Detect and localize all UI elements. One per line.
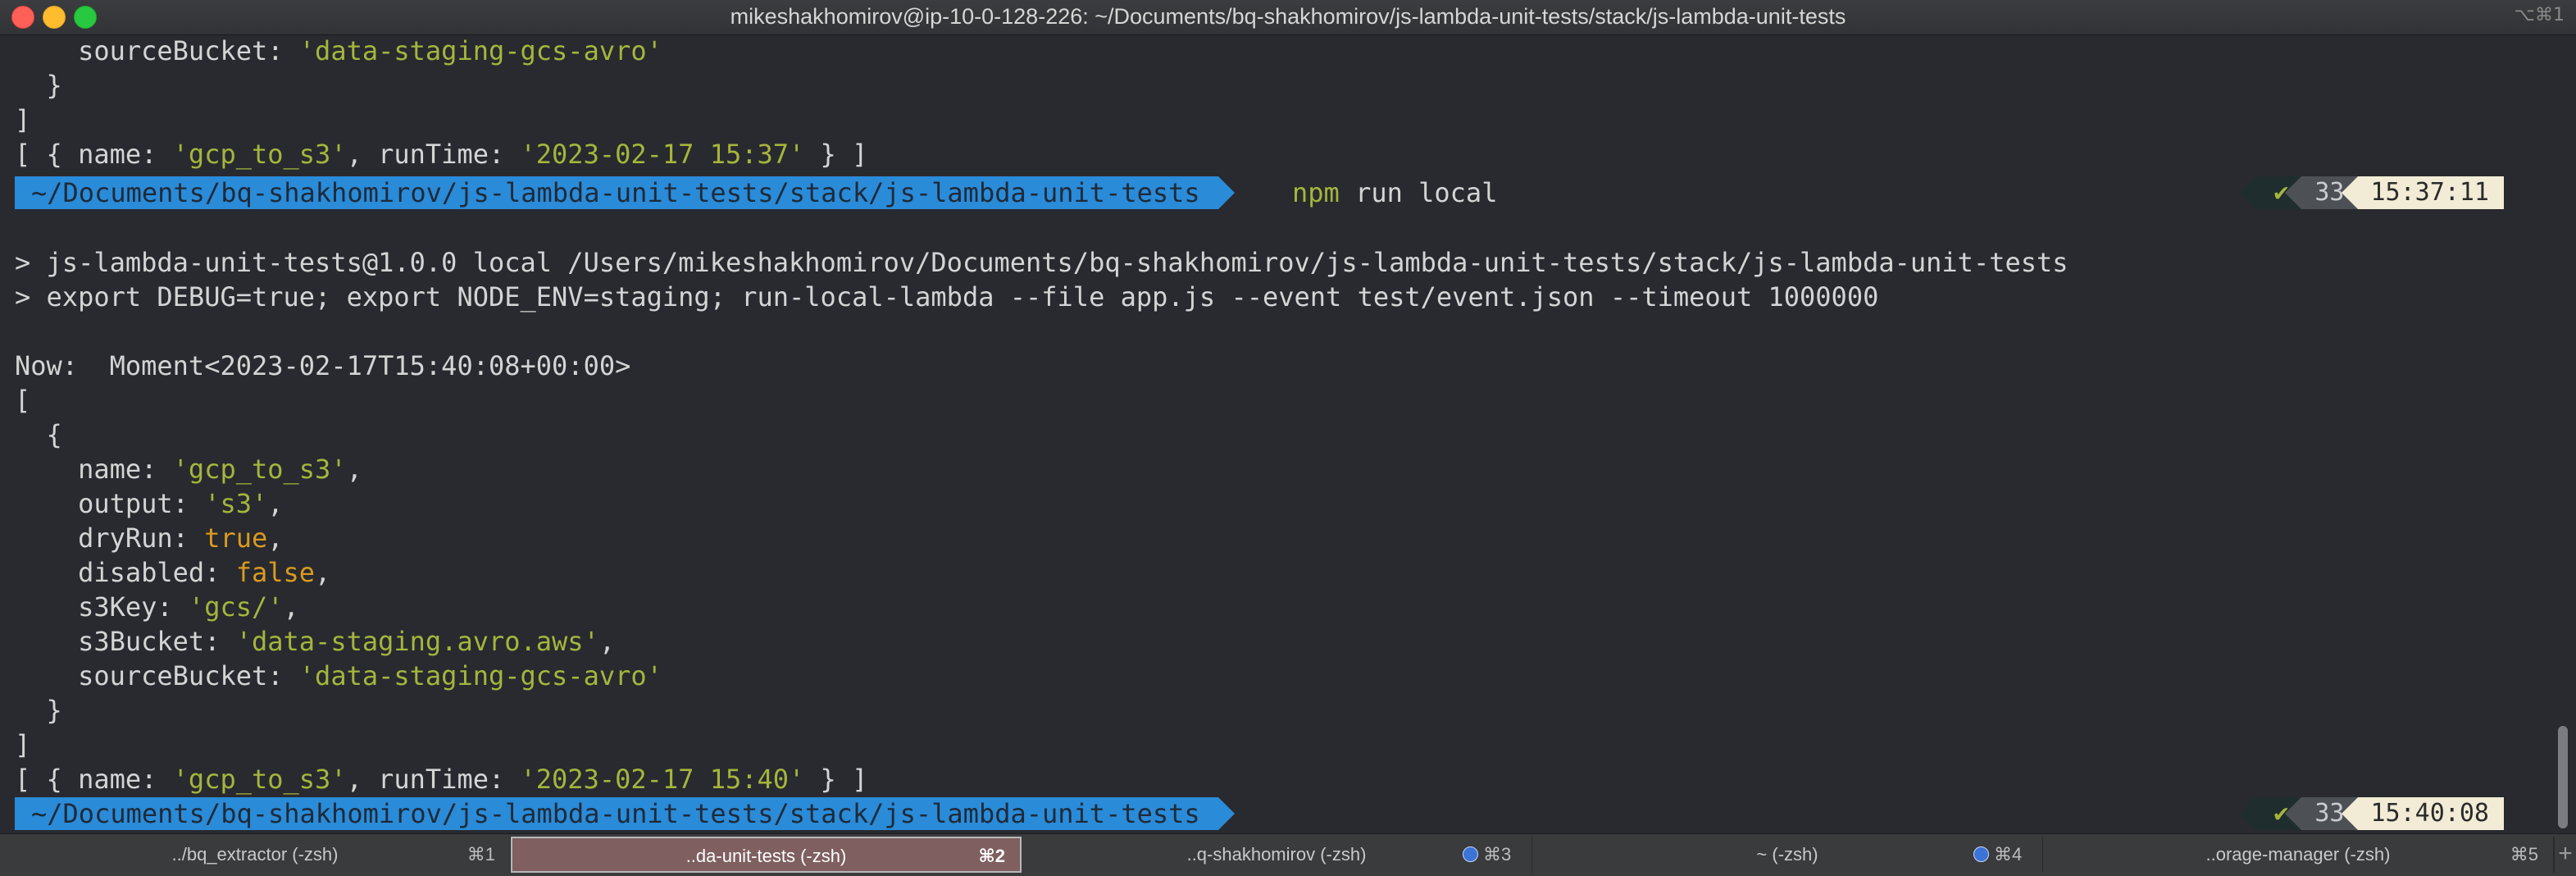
- field-s3bucket-line: s3Bucket: 'data-staging.avro.aws',: [78, 626, 616, 657]
- npm-command-line: > export DEBUG=true; export NODE_ENV=sta…: [15, 281, 1879, 313]
- npm-script-line: > js-lambda-unit-tests@1.0.0 local /User…: [15, 247, 2069, 278]
- terminal-window: mikeshakhomirov@ip-10-0-128-226: ~/Docum…: [0, 0, 2576, 876]
- tab-label: ..da-unit-tests (-zsh): [685, 846, 847, 866]
- command-args: run local: [1339, 177, 1498, 208]
- field-value: 'data-staging-gcs-avro': [298, 660, 662, 691]
- comma: ,: [315, 557, 331, 588]
- object-close-line: }: [15, 693, 62, 728]
- object-open-line: {: [15, 417, 62, 452]
- field-value: 'data-staging.avro.aws': [235, 626, 599, 657]
- tab-shortcut-group: ⌘3: [1463, 844, 1511, 865]
- result-mid: , runTime:: [346, 139, 521, 170]
- field-sourcebucket-line: sourceBucket: 'data-staging-gcs-avro': [78, 660, 662, 691]
- tab-shortcut: ⌘4: [1994, 844, 2023, 865]
- comma: ,: [598, 626, 616, 657]
- field-output-line: output: 's3',: [78, 488, 284, 519]
- field-key: name: [78, 454, 142, 485]
- field-key: sourceBucket: [78, 660, 268, 691]
- prev-array-close-line: ]: [15, 103, 30, 137]
- result-name: 'gcp_to_s3': [172, 764, 347, 795]
- result-close: } ]: [804, 764, 868, 795]
- command-npm: npm: [1292, 177, 1340, 208]
- bracket: ]: [15, 104, 31, 135]
- tab-js-lambda-unit-tests[interactable]: ..da-unit-tests (-zsh) ⌘2: [511, 837, 1022, 873]
- tab-bq-extractor[interactable]: ../bq_extractor (-zsh) ⌘1: [0, 837, 511, 873]
- prompt-path-segment: ~/Documents/bq-shakhomirov/js-lambda-uni…: [15, 176, 1235, 209]
- field-value: 'gcp_to_s3': [172, 454, 347, 485]
- tab-shortcut: ⌘5: [2510, 844, 2538, 865]
- prompt-path-segment: ~/Documents/bq-shakhomirov/js-lambda-uni…: [15, 797, 1235, 830]
- tab-label: ~ (-zsh): [1756, 844, 1818, 865]
- window-title: mikeshakhomirov@ip-10-0-128-226: ~/Docum…: [730, 4, 1846, 29]
- prompt-time: 15:40:08: [2341, 797, 2504, 830]
- brace: {: [46, 419, 62, 450]
- result-runtime: '2023-02-17 15:40': [520, 764, 805, 795]
- result-open: [ { name:: [15, 139, 173, 170]
- field-key: dryRun: [78, 522, 173, 554]
- result-runtime: '2023-02-17 15:37': [520, 139, 805, 170]
- field-disabled-line: disabled: false,: [78, 557, 331, 588]
- field-value: 'data-staging-gcs-avro': [298, 35, 662, 66]
- right-prompt-2: ✔ 33 15:40:08: [2239, 797, 2504, 830]
- field-key: sourceBucket: [78, 35, 268, 66]
- prev-source-bucket-line: sourceBucket: 'data-staging-gcs-avro': [15, 35, 662, 68]
- brace: }: [46, 70, 62, 101]
- tab-shortcut-group: ⌘4: [1973, 844, 2022, 865]
- comma: ,: [283, 591, 299, 623]
- activity-dot-icon: [1973, 846, 1989, 862]
- field-dryrun-line: dryRun: true,: [78, 522, 284, 554]
- field-s3key-line: s3Key: 'gcs/',: [78, 591, 299, 623]
- tab-label: ../bq_extractor (-zsh): [171, 844, 339, 865]
- tab-shortcut: ⌘2: [978, 846, 1005, 866]
- activity-dot-icon: [1463, 846, 1478, 862]
- tab-shortcut: ⌘1: [467, 844, 495, 865]
- prompt-time: 15:37:11: [2341, 176, 2504, 209]
- terminal-output[interactable]: sourceBucket: 'data-staging-gcs-avro' } …: [0, 35, 2542, 831]
- result-close: } ]: [804, 139, 868, 170]
- tab-bq-shakhomirov[interactable]: ..q-shakhomirov (-zsh) ⌘3: [1022, 837, 1532, 873]
- right-prompt-1: ✔ 33 15:37:11: [2239, 176, 2504, 209]
- field-value: 'gcs/': [188, 591, 284, 623]
- field-name-line: name: 'gcp_to_s3',: [78, 454, 362, 485]
- array-open-line: [: [15, 385, 31, 416]
- field-key: disabled: [78, 557, 205, 588]
- colon: :: [267, 35, 299, 66]
- field-value: 's3': [204, 488, 268, 519]
- field-value: false: [235, 557, 316, 588]
- vertical-scrollbar[interactable]: [2558, 726, 2568, 828]
- result-mid: , runTime:: [346, 764, 521, 795]
- tab-label: ..orage-manager (-zsh): [2205, 844, 2391, 865]
- comma: ,: [346, 454, 362, 485]
- tab-bar: ../bq_extractor (-zsh) ⌘1 ..da-unit-test…: [0, 833, 2576, 876]
- result-line: [ { name: 'gcp_to_s3', runTime: '2023-02…: [15, 762, 867, 796]
- comma: ,: [267, 488, 284, 519]
- field-value: true: [204, 522, 268, 554]
- brace: }: [46, 695, 62, 726]
- field-key: s3Bucket: [78, 626, 205, 657]
- prev-result-line: [ { name: 'gcp_to_s3', runTime: '2023-02…: [15, 137, 867, 171]
- result-name: 'gcp_to_s3': [172, 139, 347, 170]
- new-tab-button[interactable]: +: [2554, 837, 2576, 873]
- now-line: Now: Moment<2023-02-17T15:40:08+00:00>: [15, 350, 631, 381]
- field-key: s3Key: [78, 591, 157, 623]
- array-close-line: ]: [15, 729, 31, 760]
- prev-object-close-line: }: [15, 68, 62, 103]
- window-shortcut: ⌥⌘1: [2514, 5, 2565, 25]
- tab-storage-manager[interactable]: ..orage-manager (-zsh) ⌘5: [2043, 837, 2554, 873]
- tab-shortcut: ⌘3: [1483, 844, 1512, 865]
- field-key: output: [78, 488, 173, 519]
- title-bar: mikeshakhomirov@ip-10-0-128-226: ~/Docum…: [0, 0, 2576, 35]
- comma: ,: [267, 522, 284, 554]
- tab-label: ..q-shakhomirov (-zsh): [1186, 844, 1367, 865]
- tab-home[interactable]: ~ (-zsh) ⌘4: [1532, 837, 2043, 873]
- prompt-command: npm run local: [1292, 176, 1497, 210]
- result-open: [ { name:: [15, 764, 173, 795]
